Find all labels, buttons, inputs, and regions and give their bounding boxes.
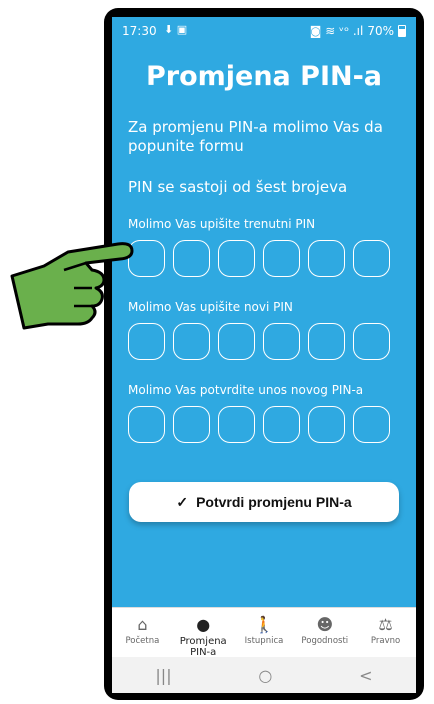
confirm-pin-digit-3[interactable] <box>218 406 255 443</box>
status-bar: 17:30 ⬇ ▣ ◙ ≋ ᵛᵒ .ıl 70% <box>112 17 416 45</box>
intro-text: Za promjenu PIN-a molimo Vas da popunite… <box>128 118 383 155</box>
nav-item-pravno[interactable]: ⚖ Pravno <box>355 608 416 658</box>
confirm-pin-digit-6[interactable] <box>353 406 390 443</box>
phone-frame: 17:30 ⬇ ▣ ◙ ≋ ᵛᵒ .ıl 70% Promjena PIN-a … <box>104 8 424 700</box>
walking-person-icon: 🚶 <box>254 615 274 634</box>
battery-level: 70% <box>367 24 394 38</box>
current-pin-input <box>128 240 390 277</box>
app-screen: 17:30 ⬇ ▣ ◙ ≋ ᵛᵒ .ıl 70% Promjena PIN-a … <box>112 17 416 693</box>
current-pin-digit-6[interactable] <box>353 240 390 277</box>
new-pin-digit-5[interactable] <box>308 323 345 360</box>
home-button[interactable]: ○ <box>258 666 272 685</box>
system-navigation-bar: ||| ○ < <box>112 657 416 693</box>
home-icon: ⌂ <box>137 615 148 634</box>
confirm-pin-digit-4[interactable] <box>263 406 300 443</box>
bottom-navigation: ⌂ Početna ● Promjena PIN-a 🚶 Istupnica ☻… <box>112 607 416 658</box>
new-pin-digit-6[interactable] <box>353 323 390 360</box>
nav-item-pocetna[interactable]: ⌂ Početna <box>112 608 173 658</box>
nav-label-pravno: Pravno <box>370 636 401 646</box>
signal-icons: ◙ ≋ ᵛᵒ .ıl <box>309 24 364 38</box>
new-pin-digit-3[interactable] <box>218 323 255 360</box>
pin-info-text: PIN se sastoji od šest brojeva <box>128 178 348 196</box>
status-right: ◙ ≋ ᵛᵒ .ıl 70% <box>310 24 406 38</box>
nav-item-promjena-pin[interactable]: ● Promjena PIN-a <box>173 608 234 659</box>
page-title: Promjena PIN-a <box>145 61 383 92</box>
notification-icons: ⬇ ▣ <box>164 23 188 36</box>
smiley-icon: ☻ <box>316 615 334 634</box>
back-button[interactable]: < <box>359 666 372 685</box>
new-pin-label: Molimo Vas upišite novi PIN <box>128 300 293 314</box>
new-pin-input <box>128 323 390 360</box>
nav-label-istupnica: Istupnica <box>244 636 284 646</box>
confirm-pin-digit-2[interactable] <box>173 406 210 443</box>
pointing-hand-icon <box>10 242 134 330</box>
confirm-pin-label: Molimo Vas potvrdite unos novog PIN-a <box>128 383 364 397</box>
gavel-icon: ⚖ <box>378 615 393 634</box>
check-icon: ✓ <box>176 493 189 510</box>
new-pin-digit-4[interactable] <box>263 323 300 360</box>
confirm-pin-digit-1[interactable] <box>128 406 165 443</box>
nav-label-promjena-pin: Promjena PIN-a <box>179 636 227 658</box>
current-pin-digit-4[interactable] <box>263 240 300 277</box>
person-icon: ● <box>196 615 211 634</box>
confirm-button-label: Potvrdi promjenu PIN-a <box>196 494 352 510</box>
nav-label-pocetna: Početna <box>125 636 160 646</box>
current-pin-label: Molimo Vas upišite trenutni PIN <box>128 217 316 231</box>
battery-icon <box>398 25 406 37</box>
confirm-pin-digit-5[interactable] <box>308 406 345 443</box>
new-pin-digit-2[interactable] <box>173 323 210 360</box>
current-pin-digit-5[interactable] <box>308 240 345 277</box>
nav-label-pogodnosti: Pogodnosti <box>301 636 349 646</box>
current-pin-digit-2[interactable] <box>173 240 210 277</box>
status-time: 17:30 <box>122 24 157 38</box>
confirm-pin-input <box>128 406 390 443</box>
nav-item-pogodnosti[interactable]: ☻ Pogodnosti <box>294 608 355 658</box>
current-pin-digit-3[interactable] <box>218 240 255 277</box>
recents-button[interactable]: ||| <box>155 666 171 685</box>
nav-item-istupnica[interactable]: 🚶 Istupnica <box>234 608 295 658</box>
confirm-pin-change-button[interactable]: ✓ Potvrdi promjenu PIN-a <box>129 482 399 522</box>
